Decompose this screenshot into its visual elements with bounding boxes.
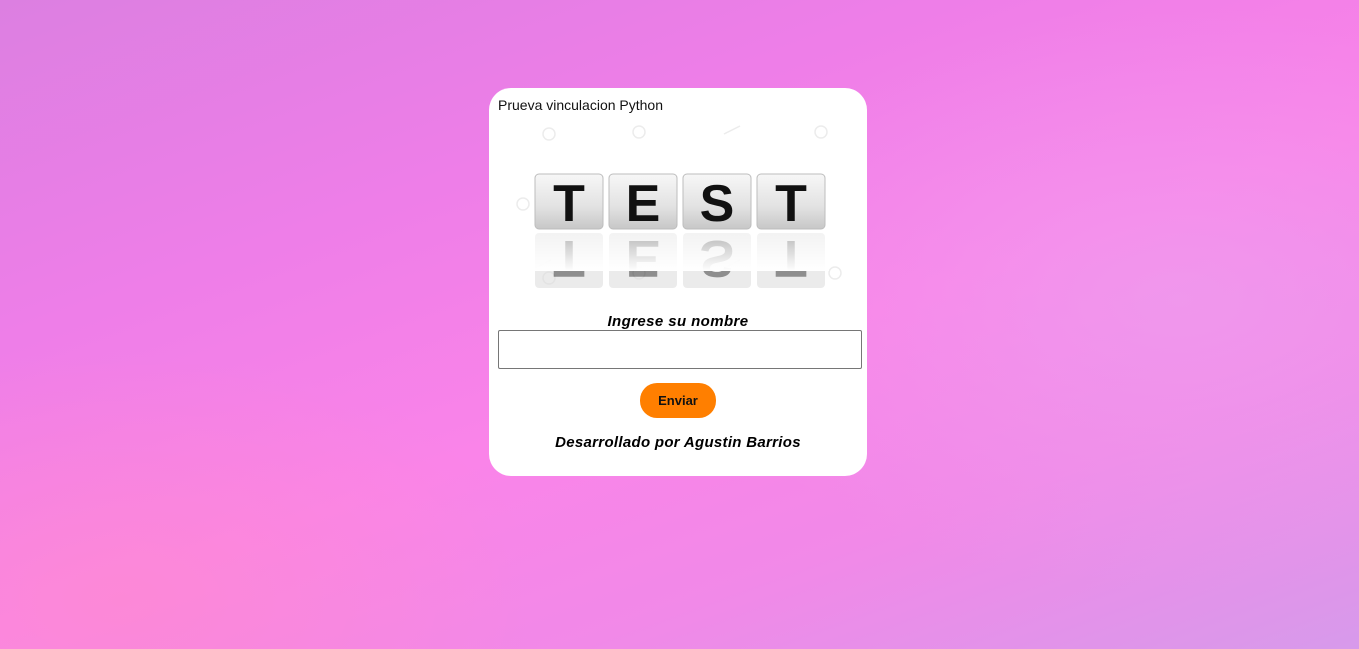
test-logo-image: T E S T T E S T — [499, 118, 857, 318]
form-card: Prueva vinculacion Python T E S T Ingres… — [489, 88, 867, 476]
logo-letter: T — [775, 175, 807, 233]
name-label: Ingrese su nombre — [607, 313, 749, 330]
logo-letter: T — [553, 175, 585, 233]
logo-letter: E — [626, 175, 661, 233]
name-input[interactable] — [498, 330, 862, 369]
test-tiles-logo-icon: T E S T T E S T — [516, 125, 842, 288]
page-background: { "card": { "title": "Prueva vinculacion… — [0, 0, 1359, 649]
send-button[interactable]: Enviar — [640, 383, 716, 418]
logo-letter: S — [700, 175, 735, 233]
card-title: Prueva vinculacion Python — [498, 97, 663, 113]
developer-credit: Desarrollado por Agustin Barrios — [555, 434, 801, 451]
